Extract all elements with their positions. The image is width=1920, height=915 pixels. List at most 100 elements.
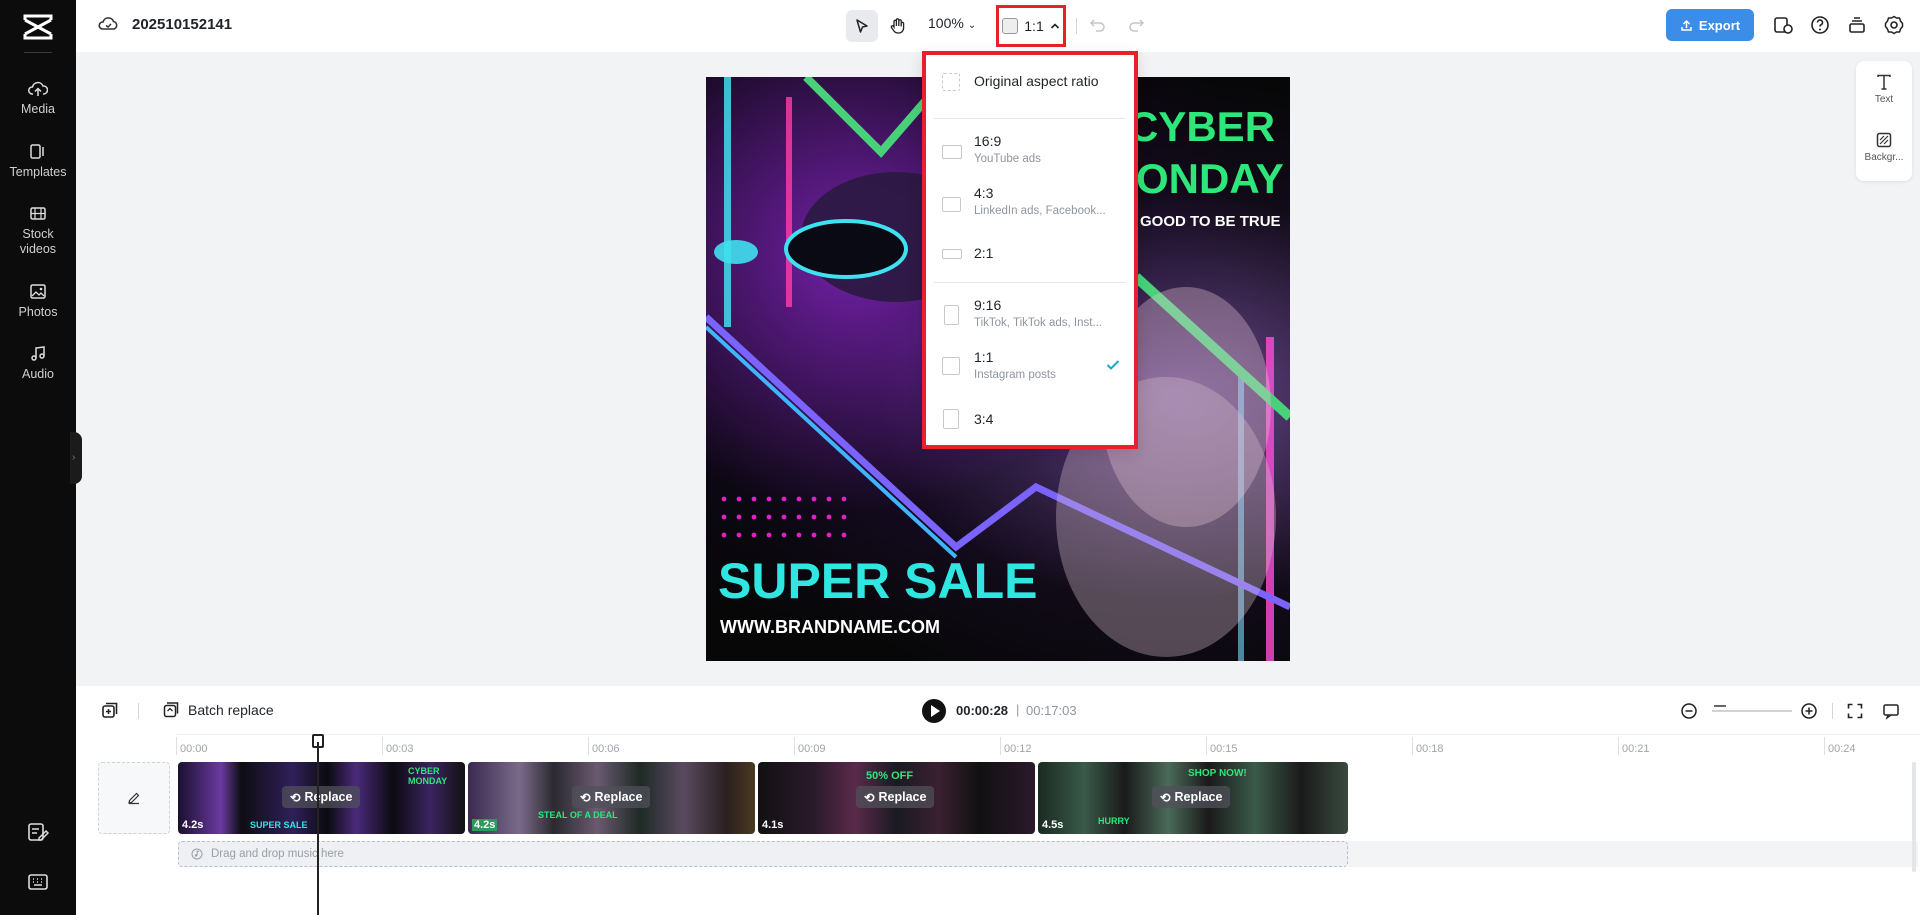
video-clip-3[interactable]: 50% OFF ⟲ Replace 4.1s bbox=[758, 762, 1035, 834]
timeline-zoom-slider[interactable] bbox=[1712, 710, 1792, 712]
video-clip-1[interactable]: CYBER MONDAY SUPER SALE ⟲ Replace 4.2s bbox=[178, 762, 465, 834]
ratio-1-1-icon bbox=[942, 357, 960, 375]
aspect-option-4-3[interactable]: 4:3 LinkedIn ads, Facebook... bbox=[926, 177, 1134, 229]
ruler-label: 00:03 bbox=[386, 743, 414, 755]
playhead[interactable] bbox=[317, 742, 319, 915]
help-icon[interactable] bbox=[1809, 14, 1831, 36]
toolbar-divider bbox=[1076, 18, 1077, 34]
export-button[interactable]: Export bbox=[1666, 9, 1754, 41]
menu-divider bbox=[934, 282, 1126, 283]
capcut-logo-icon[interactable] bbox=[22, 14, 54, 40]
aspect-option-2-1[interactable]: 2:1 bbox=[926, 229, 1134, 281]
clip-duration: 4.1s bbox=[762, 819, 784, 831]
zoom-out-icon[interactable] bbox=[1680, 702, 1698, 720]
ratio-3-4-icon bbox=[943, 409, 959, 429]
text-icon bbox=[1877, 74, 1891, 90]
aspect-ratio-button[interactable]: 1:1 bbox=[996, 5, 1066, 47]
aspect-option-3-4[interactable]: 3:4 bbox=[926, 393, 1134, 445]
ruler-label: 00:24 bbox=[1828, 743, 1856, 755]
timeline-panel: Batch replace 00:00:28 | 00:17:03 00:00 … bbox=[76, 686, 1920, 915]
hand-tool-button[interactable] bbox=[882, 10, 914, 42]
track-cover-edit[interactable] bbox=[98, 762, 170, 834]
replace-label: Replace bbox=[304, 790, 353, 804]
timeline-toolbar: Batch replace 00:00:28 | 00:17:03 bbox=[76, 686, 1920, 734]
replace-icon: ⟲ bbox=[864, 790, 875, 805]
aspect-option-label: Original aspect ratio bbox=[974, 73, 1099, 89]
ruler-label: 00:00 bbox=[180, 743, 208, 755]
checkmark-icon bbox=[1106, 360, 1120, 370]
aspect-option-9-16[interactable]: 9:16 TikTok, TikTok ads, Inst... bbox=[926, 289, 1134, 341]
play-button[interactable] bbox=[922, 699, 946, 723]
aspect-option-1-1[interactable]: 1:1 Instagram posts bbox=[926, 341, 1134, 393]
aspect-option-label: 2:1 bbox=[974, 245, 994, 261]
replace-label: Replace bbox=[1174, 790, 1223, 804]
left-sidebar: Media Templates Stock videos Photos Audi… bbox=[0, 0, 76, 915]
music-note-icon bbox=[191, 848, 203, 860]
photos-icon bbox=[30, 284, 46, 299]
add-track-icon[interactable] bbox=[100, 701, 120, 721]
undo-icon[interactable] bbox=[1089, 16, 1107, 34]
sidebar-item-media[interactable]: Media bbox=[0, 80, 76, 117]
sidebar-item-stock-videos[interactable]: Stock videos bbox=[0, 205, 76, 257]
templates-icon bbox=[30, 144, 44, 159]
sidebar-item-label: Audio bbox=[22, 367, 54, 381]
sidebar-item-label: Templates bbox=[9, 165, 67, 179]
sidebar-item-templates[interactable]: Templates bbox=[0, 143, 76, 180]
poster-url: WWW.BRANDNAME.COM bbox=[720, 617, 940, 637]
clip-thumb-text: STEAL OF A DEAL bbox=[538, 810, 618, 820]
aspect-ratio-value: 1:1 bbox=[1024, 18, 1044, 34]
aspect-option-16-9[interactable]: 16:9 YouTube ads bbox=[926, 125, 1134, 177]
brand-kit-icon[interactable] bbox=[1772, 14, 1794, 36]
timeline-zoom-knob[interactable] bbox=[1714, 705, 1726, 707]
sidebar-collapse-handle[interactable]: › bbox=[70, 432, 82, 484]
sidebar-item-photos[interactable]: Photos bbox=[0, 283, 76, 320]
fullscreen-icon[interactable] bbox=[1846, 702, 1864, 720]
chevron-right-icon: › bbox=[72, 452, 76, 463]
ratio-4-3-icon bbox=[942, 197, 961, 212]
select-tool-button[interactable] bbox=[846, 10, 878, 42]
keyboard-icon[interactable] bbox=[26, 870, 50, 894]
timeline-ruler[interactable]: 00:00 00:03 00:06 00:09 00:12 00:15 00:1… bbox=[176, 734, 1920, 756]
sidebar-item-audio[interactable]: Audio bbox=[0, 345, 76, 382]
clip-replace-button[interactable]: ⟲ Replace bbox=[856, 786, 935, 808]
background-tool[interactable]: Backgr... bbox=[1856, 131, 1912, 163]
export-upload-icon bbox=[1681, 19, 1692, 31]
text-tool[interactable]: Text bbox=[1856, 73, 1912, 105]
replace-label: Replace bbox=[878, 790, 927, 804]
sidebar-item-label-line1: Stock bbox=[22, 227, 54, 241]
export-label: Export bbox=[1698, 17, 1741, 33]
background-icon bbox=[1876, 132, 1892, 148]
clip-replace-button[interactable]: ⟲ Replace bbox=[572, 786, 651, 808]
clip-duration: 4.5s bbox=[1042, 819, 1064, 831]
caption-icon[interactable] bbox=[1882, 702, 1900, 720]
batch-replace-button[interactable]: Batch replace bbox=[162, 701, 274, 719]
text-tool-label: Text bbox=[1874, 94, 1894, 105]
project-title[interactable]: 202510152141 bbox=[132, 16, 232, 33]
timeline-scrollbar[interactable] bbox=[1912, 762, 1916, 872]
clip-thumb-text: SUPER SALE bbox=[250, 820, 308, 830]
notes-edit-icon[interactable] bbox=[26, 820, 50, 844]
toolbar-divider bbox=[138, 703, 139, 719]
layers-icon[interactable] bbox=[1846, 14, 1868, 36]
replace-icon: ⟲ bbox=[290, 790, 301, 805]
redo-icon[interactable] bbox=[1127, 16, 1145, 34]
zoom-dropdown[interactable]: 100% ⌄ bbox=[928, 15, 976, 31]
clip-replace-button[interactable]: ⟲ Replace bbox=[1152, 786, 1231, 808]
cloud-sync-icon[interactable] bbox=[98, 14, 118, 34]
zoom-in-icon[interactable] bbox=[1800, 702, 1818, 720]
right-tool-panel: Text Backgr... bbox=[1856, 61, 1912, 181]
video-clip-2[interactable]: STEAL OF A DEAL ⟲ Replace 4.2s bbox=[468, 762, 755, 834]
clip-duration: 4.2s bbox=[182, 819, 204, 831]
settings-gear-icon[interactable] bbox=[1883, 14, 1905, 36]
music-drop-zone[interactable]: Drag and drop music here bbox=[178, 841, 1348, 867]
batch-replace-label: Batch replace bbox=[188, 702, 274, 718]
ruler-label: 00:18 bbox=[1416, 743, 1444, 755]
video-clip-4[interactable]: SHOP NOW! HURRY ⟲ Replace 4.5s bbox=[1038, 762, 1348, 834]
ratio-16-9-icon bbox=[942, 145, 962, 159]
poster-headline-2: ONDAY bbox=[1136, 155, 1284, 202]
sidebar-divider bbox=[24, 52, 52, 53]
aspect-option-original[interactable]: Original aspect ratio bbox=[926, 55, 1134, 111]
ruler-tick bbox=[1412, 737, 1413, 755]
ratio-2-1-icon bbox=[942, 249, 962, 259]
clip-replace-button[interactable]: ⟲ Replace bbox=[282, 786, 361, 808]
